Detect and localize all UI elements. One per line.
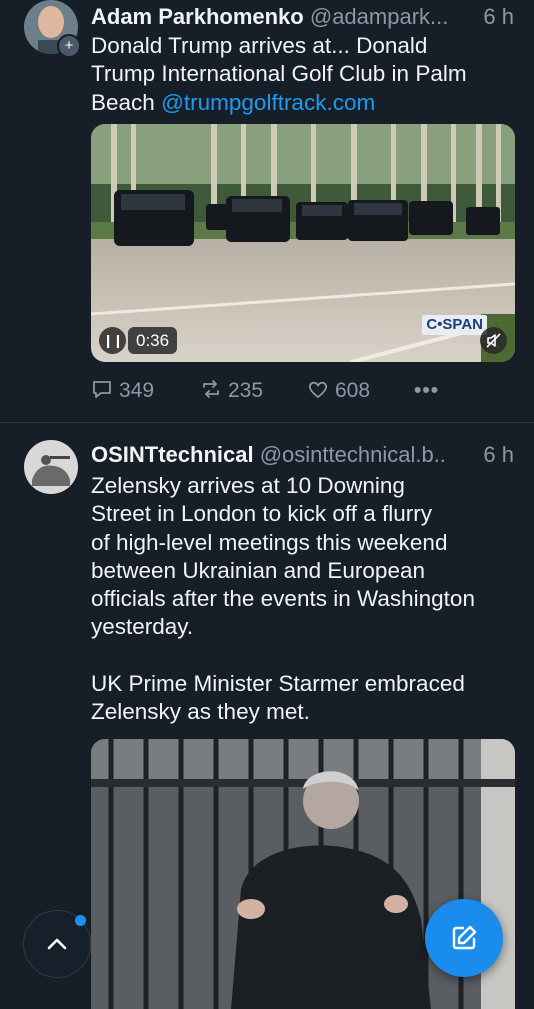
chevron-up-icon — [47, 938, 67, 950]
video-duration: 0:36 — [128, 327, 178, 354]
post-adam-parkhomenko[interactable]: + Adam Parkhomenko @adampark... 6 h Dona… — [0, 0, 534, 423]
heart-icon — [309, 382, 327, 399]
post-text: Donald Trump arrives at... Donald Trump … — [91, 32, 521, 117]
post-header: Adam Parkhomenko @adampark... 6 h — [91, 2, 514, 32]
cspan-watermark: C•SPAN — [422, 315, 487, 335]
volume-off-icon[interactable] — [480, 327, 507, 354]
reply-icon — [93, 381, 111, 399]
pause-icon[interactable]: ❙❙ — [99, 327, 126, 354]
new-posts-indicator — [75, 915, 86, 926]
compose-icon — [452, 925, 477, 950]
reply-count: 349 — [119, 379, 155, 402]
compose-button[interactable] — [425, 899, 503, 977]
author-handle[interactable]: @osinttechnical.b.. — [260, 442, 446, 467]
scroll-to-top-button[interactable] — [23, 910, 91, 978]
post-link[interactable]: @trumpgolftrack.com — [161, 90, 375, 115]
avatar[interactable] — [24, 440, 78, 494]
reply-button[interactable]: 349 — [91, 376, 154, 406]
like-count: 608 — [335, 379, 371, 402]
post-time: 6 h — [477, 440, 514, 470]
author-name[interactable]: Adam Parkhomenko — [91, 4, 304, 29]
post-text: Zelensky arrives at 10 Downing Street in… — [91, 473, 475, 725]
more-options-button[interactable]: ••• — [414, 376, 439, 406]
like-button[interactable]: 608 — [307, 376, 370, 406]
repost-count: 235 — [228, 379, 264, 402]
post-time: 6 h — [477, 2, 514, 32]
author-handle[interactable]: @adampark... — [310, 4, 449, 29]
author-name[interactable]: OSINTtechnical — [91, 442, 254, 467]
post-header: OSINTtechnical @osinttechnical.b.. 6 h — [91, 440, 514, 470]
repost-icon — [203, 380, 219, 399]
follow-plus-icon[interactable]: + — [57, 34, 81, 58]
repost-button[interactable]: 235 — [200, 376, 263, 406]
video-player[interactable]: C•SPAN ❙❙ 0:36 — [91, 124, 515, 362]
